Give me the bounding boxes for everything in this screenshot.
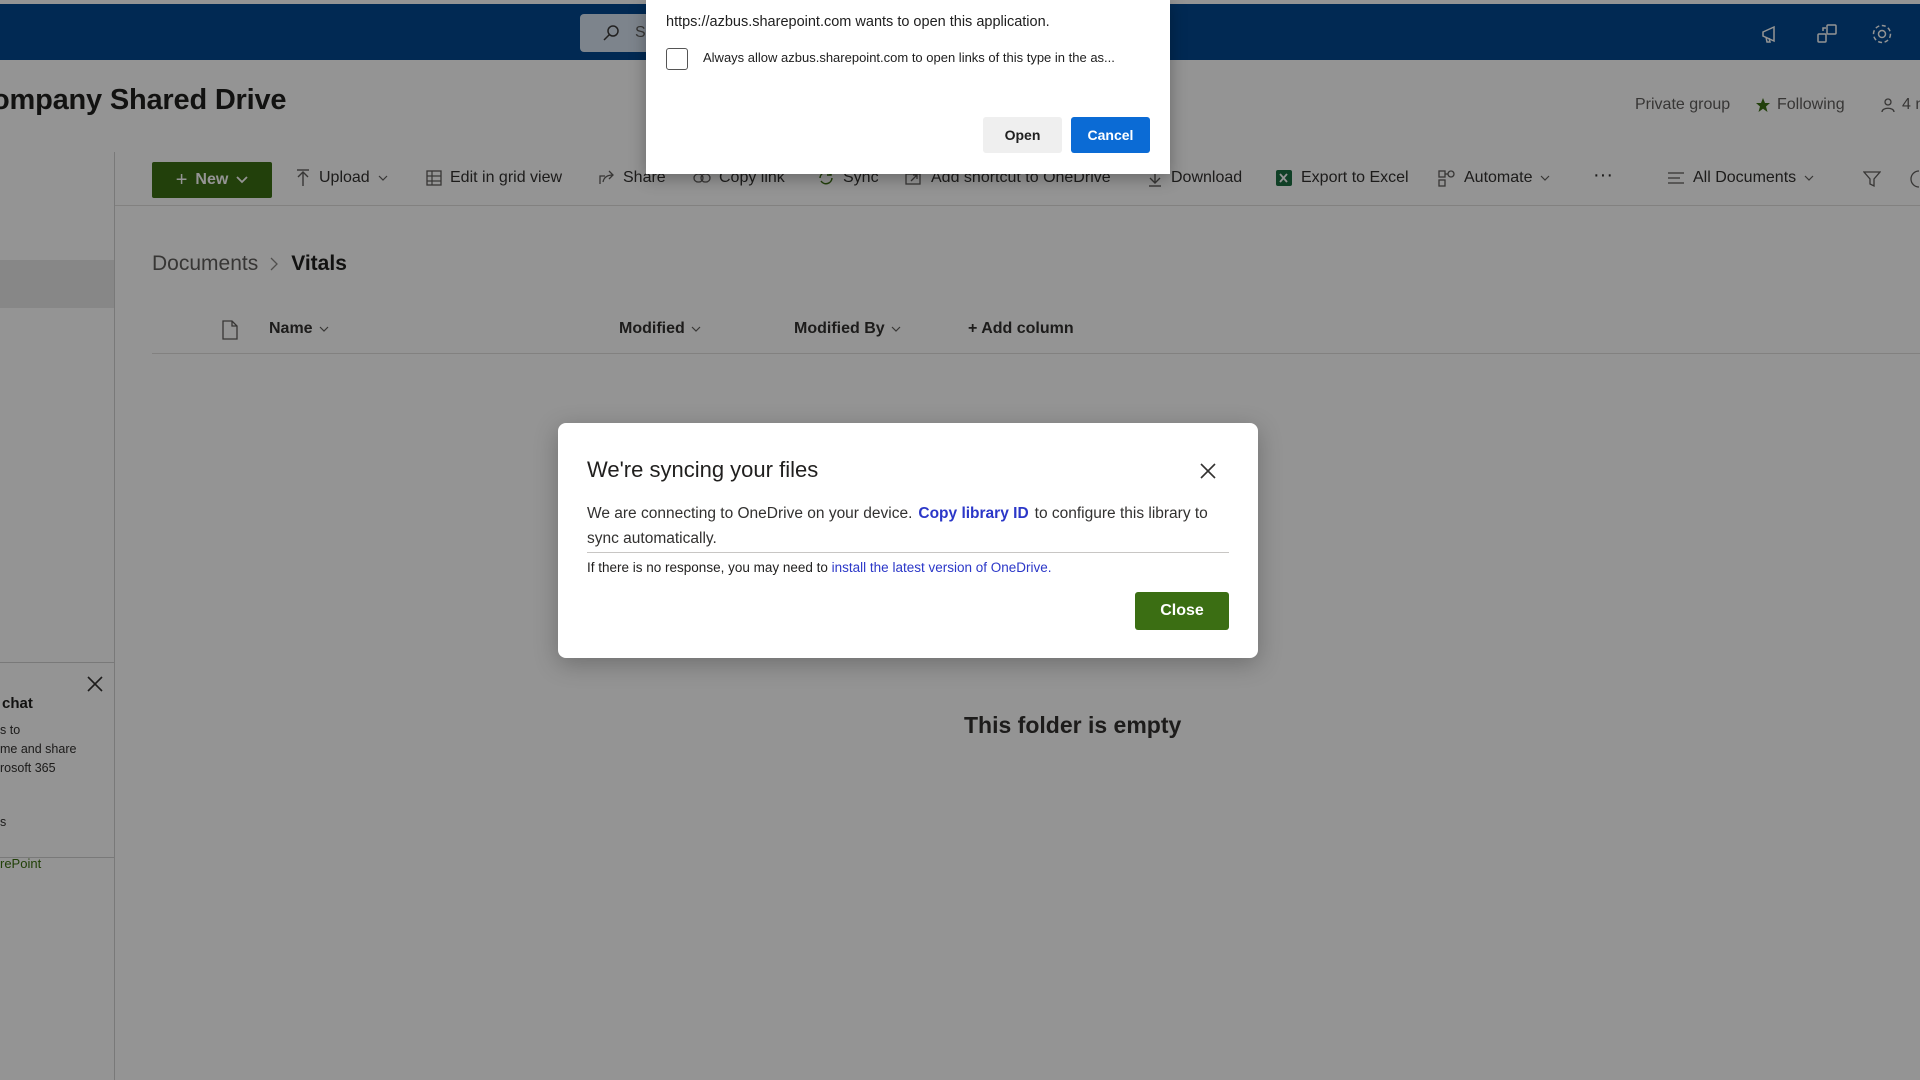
sync-dialog-body: We are connecting to OneDrive on your de… [587, 501, 1237, 551]
divider [587, 552, 1229, 553]
sync-dialog-note: If there is no response, you may need to… [587, 560, 1052, 575]
cancel-button[interactable]: Cancel [1071, 117, 1150, 153]
open-button[interactable]: Open [983, 117, 1062, 153]
sync-note-prefix: If there is no response, you may need to [587, 560, 828, 575]
always-allow-checkbox[interactable] [666, 48, 688, 70]
close-button[interactable]: Close [1135, 592, 1229, 630]
always-allow-label[interactable]: Always allow azbus.sharepoint.com to ope… [703, 50, 1115, 65]
open-app-prompt: https://azbus.sharepoint.com wants to op… [646, 0, 1170, 174]
prompt-message: https://azbus.sharepoint.com wants to op… [666, 14, 1050, 30]
sync-body-prefix: We are connecting to OneDrive on your de… [587, 505, 913, 522]
install-onedrive-link[interactable]: install the latest version of OneDrive. [832, 560, 1052, 575]
sync-dialog-title: We're syncing your files [587, 457, 819, 482]
close-icon[interactable] [1198, 461, 1218, 481]
sync-dialog: We're syncing your files We are connecti… [558, 423, 1258, 658]
copy-library-id-link[interactable]: Copy library ID [918, 505, 1028, 522]
